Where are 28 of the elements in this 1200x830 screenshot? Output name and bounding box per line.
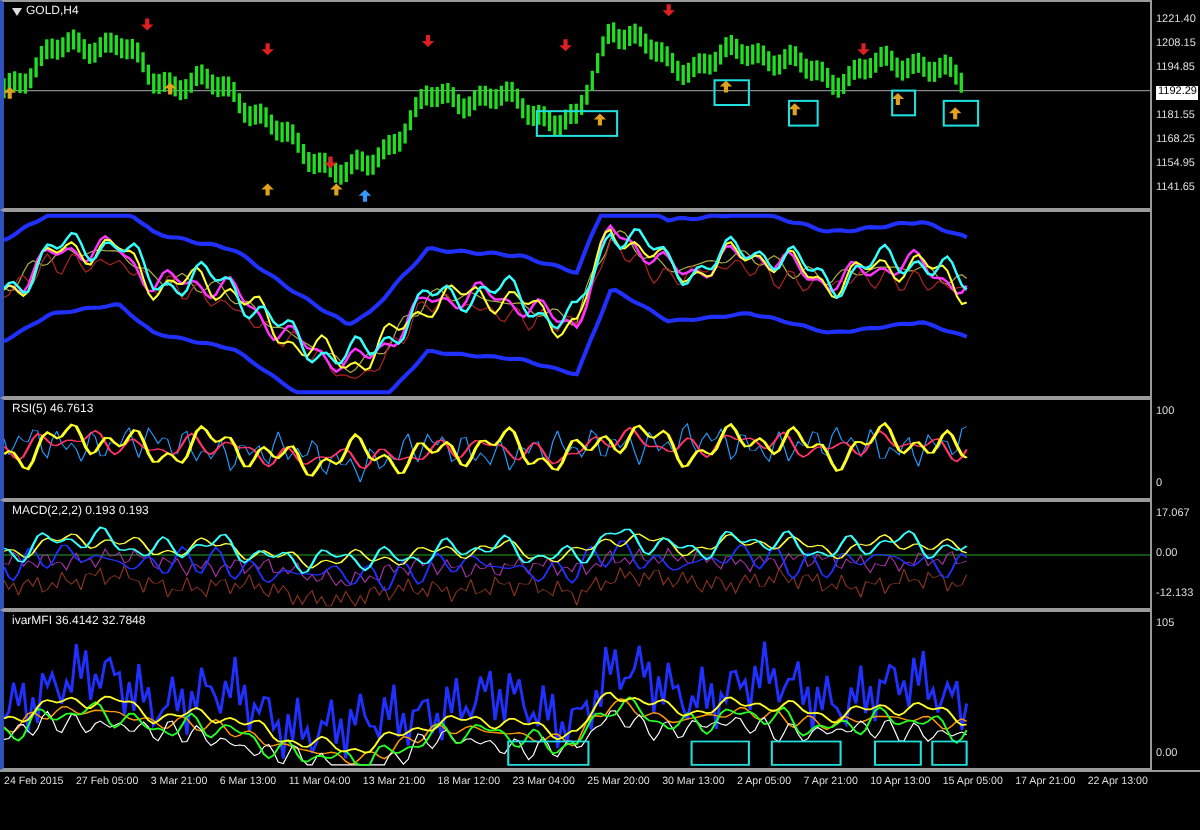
- down-arrow-icon: [559, 39, 572, 52]
- up-arrow-icon: [948, 107, 962, 120]
- highlight-frame: [770, 740, 842, 766]
- highlight-frame: [931, 740, 968, 766]
- down-arrow-icon: [857, 43, 870, 56]
- dropdown-icon[interactable]: [12, 8, 22, 16]
- up-arrow-icon: [163, 82, 177, 95]
- highlight-frame: [713, 79, 750, 106]
- up-arrow-icon: [788, 103, 801, 116]
- highlight-frame: [874, 740, 922, 766]
- up-arrow-icon: [891, 92, 905, 105]
- up-arrow-icon: [261, 183, 274, 196]
- up-arrow-icon: [358, 189, 372, 202]
- down-arrow-icon: [324, 156, 337, 169]
- down-arrow-icon: [141, 18, 154, 31]
- up-arrow-icon: [593, 113, 607, 126]
- highlight-frame: [507, 740, 590, 766]
- down-arrow-icon: [261, 43, 274, 56]
- highlight-frame: [788, 99, 819, 127]
- down-arrow-icon: [662, 4, 675, 17]
- up-arrow-icon: [330, 183, 343, 196]
- highlight-frame: [535, 110, 619, 137]
- highlight-frame: [891, 89, 917, 117]
- up-arrow-icon: [4, 86, 16, 99]
- highlight-frame: [942, 99, 980, 127]
- up-arrow-icon: [719, 80, 733, 93]
- down-arrow-icon: [421, 35, 435, 48]
- highlight-frame: [690, 740, 750, 766]
